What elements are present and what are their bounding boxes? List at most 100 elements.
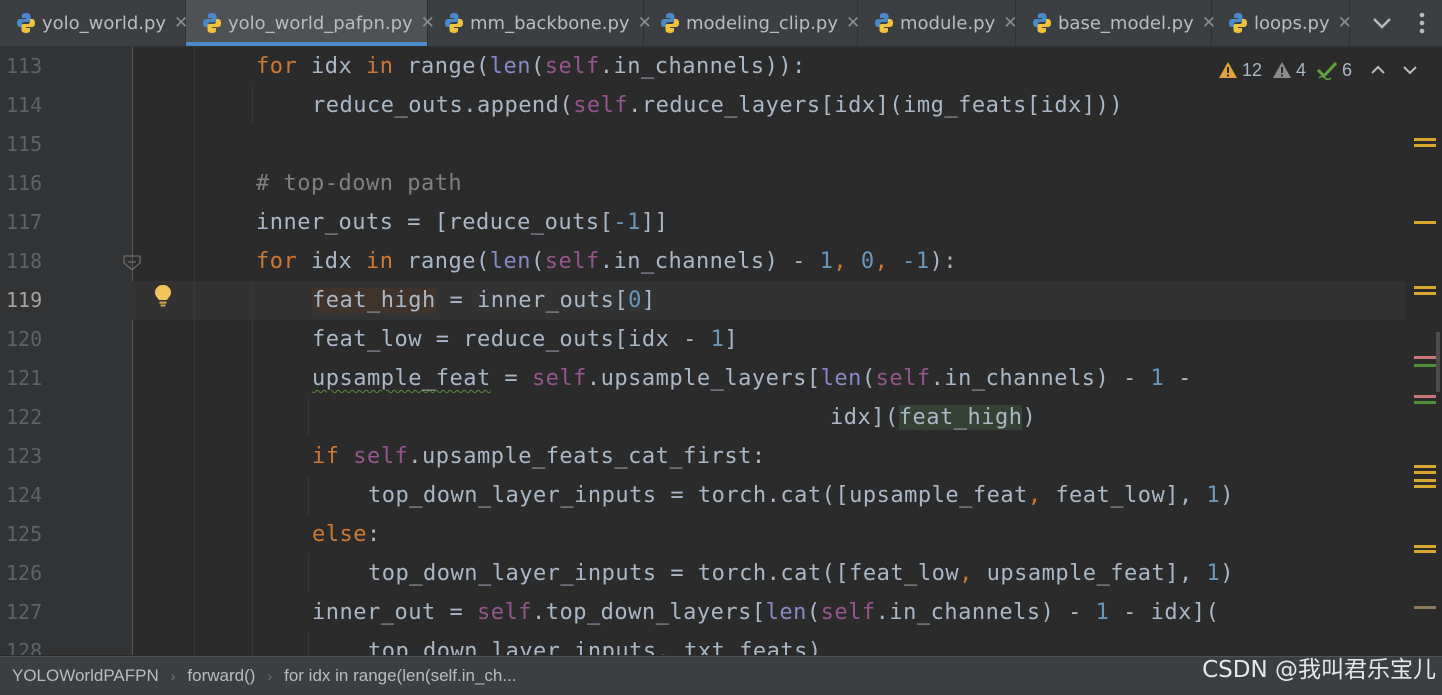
tab-yolo-world[interactable]: yolo_world.py ✕ <box>0 0 188 46</box>
code-line[interactable]: 115 <box>0 125 1406 164</box>
code-line[interactable]: 128 top_down_layer_inputs, txt_feats) <box>0 632 1406 655</box>
previous-highlight-icon[interactable] <box>1364 58 1392 82</box>
indent-guide <box>308 398 309 437</box>
chevron-down-icon[interactable] <box>1362 3 1402 43</box>
scrollbar-thumb[interactable] <box>1436 332 1440 392</box>
indent-guide <box>252 86 253 125</box>
weak-warning-icon <box>1272 62 1291 78</box>
change-marker[interactable] <box>1414 356 1436 359</box>
indent-guide <box>308 476 309 515</box>
warning-marker[interactable] <box>1414 138 1436 141</box>
code-line-current[interactable]: 119 feat_high = inner_outs[0] <box>0 281 1406 320</box>
close-tab-icon[interactable]: ✕ <box>1338 13 1352 33</box>
indent-guide <box>308 632 309 655</box>
code-text[interactable]: top_down_layer_inputs = torch.cat([feat_… <box>368 554 1234 593</box>
indent-guide <box>194 398 195 437</box>
code-line[interactable]: 117 inner_outs = [reduce_outs[-1]] <box>0 203 1406 242</box>
line-number: 125 <box>6 522 43 546</box>
inspection-widget[interactable]: 12 4 6 <box>1218 55 1424 85</box>
code-line[interactable]: 121 upsample_feat = self.upsample_layers… <box>0 359 1406 398</box>
indent-guide <box>252 632 253 655</box>
indent-guide <box>252 320 253 359</box>
warning-marker[interactable] <box>1414 465 1436 468</box>
code-line[interactable]: 118 for idx in range(len(self.in_channel… <box>0 242 1406 281</box>
code-text[interactable]: upsample_feat = self.upsample_layers[len… <box>312 359 1206 398</box>
warning-marker[interactable] <box>1414 144 1436 147</box>
indent-guide <box>252 359 253 398</box>
code-line[interactable]: 123 if self.upsample_feats_cat_first: <box>0 437 1406 476</box>
change-marker[interactable] <box>1414 395 1436 398</box>
code-text[interactable]: if self.upsample_feats_cat_first: <box>312 437 766 476</box>
indent-guide <box>252 515 253 554</box>
line-number: 123 <box>6 444 43 468</box>
code-text[interactable]: for idx in range(len(self.in_channels) -… <box>256 242 957 281</box>
python-file-icon <box>1033 13 1051 33</box>
typo-check-icon <box>1316 61 1338 80</box>
code-line[interactable]: 116 # top-down path <box>0 164 1406 203</box>
tab-module[interactable]: module.py ✕ <box>858 0 1018 46</box>
tab-label: loops.py <box>1254 12 1330 34</box>
code-line[interactable]: 124 top_down_layer_inputs = torch.cat([u… <box>0 476 1406 515</box>
python-file-icon <box>445 13 463 33</box>
line-number: 119 <box>0 281 132 320</box>
tab-mm-backbone[interactable]: mm_backbone.py ✕ <box>428 0 652 46</box>
code-text[interactable]: feat_high = inner_outs[0] <box>312 281 656 320</box>
editor-tab-bar: yolo_world.py ✕ yolo_world_pafpn.py ✕ mm… <box>0 0 1442 47</box>
python-file-icon <box>203 13 221 33</box>
code-text[interactable]: for idx in range(len(self.in_channels)): <box>256 47 806 86</box>
change-marker[interactable] <box>1414 401 1436 404</box>
warning-icon <box>1218 62 1237 78</box>
code-text[interactable]: feat_low = reduce_outs[idx - 1] <box>312 320 738 359</box>
code-line[interactable]: 113 for idx in range(len(self.in_channel… <box>0 47 1406 86</box>
code-text[interactable]: idx](feat_high) <box>830 398 1036 437</box>
warning-marker[interactable] <box>1414 471 1436 474</box>
indent-guide <box>308 554 309 593</box>
indent-guide <box>194 281 195 320</box>
warning-count: 12 <box>1241 59 1262 80</box>
code-line[interactable]: 126 top_down_layer_inputs = torch.cat([f… <box>0 554 1406 593</box>
indent-guide <box>194 437 195 476</box>
tab-label: modeling_clip.py <box>686 12 839 34</box>
typo-count: 6 <box>1341 59 1352 80</box>
code-text[interactable]: top_down_layer_inputs = torch.cat([upsam… <box>368 476 1234 515</box>
code-line[interactable]: 114 reduce_outs.append(self.reduce_layer… <box>0 86 1406 125</box>
chevron-right-icon: › <box>267 668 273 684</box>
tab-base-model[interactable]: base_model.py ✕ <box>1016 0 1216 46</box>
tab-actions <box>1362 0 1442 46</box>
vertical-dots-icon[interactable] <box>1402 3 1442 43</box>
tab-label: yolo_world.py <box>42 12 167 34</box>
code-text[interactable]: else: <box>312 515 381 554</box>
tab-modeling-clip[interactable]: modeling_clip.py ✕ <box>644 0 860 46</box>
warning-marker[interactable] <box>1414 221 1436 224</box>
code-text[interactable]: inner_outs = [reduce_outs[-1]] <box>256 203 668 242</box>
code-editor[interactable]: 113 for idx in range(len(self.in_channel… <box>0 47 1442 655</box>
lightbulb-icon[interactable] <box>152 283 174 309</box>
fold-icon[interactable] <box>122 253 142 273</box>
code-text[interactable]: top_down_layer_inputs, txt_feats) <box>368 632 822 655</box>
tab-label: base_model.py <box>1058 12 1194 34</box>
line-number: 116 <box>6 171 43 195</box>
change-marker[interactable] <box>1414 364 1436 367</box>
warning-marker[interactable] <box>1414 485 1436 488</box>
warning-marker[interactable] <box>1414 286 1436 289</box>
warning-marker[interactable] <box>1414 545 1436 548</box>
warning-marker[interactable] <box>1414 606 1436 609</box>
indent-guide <box>194 515 195 554</box>
code-line[interactable]: 122 idx](feat_high) <box>0 398 1406 437</box>
code-line[interactable]: 125 else: <box>0 515 1406 554</box>
code-line[interactable]: 120 feat_low = reduce_outs[idx - 1] <box>0 320 1406 359</box>
code-comment[interactable]: # top-down path <box>256 164 462 203</box>
code-text[interactable]: inner_out = self.top_down_layers[len(sel… <box>312 593 1219 632</box>
warning-marker[interactable] <box>1414 479 1436 482</box>
breadcrumb-class[interactable]: YOLOWorldPAFPN <box>12 666 159 686</box>
tab-yolo-world-pafpn[interactable]: yolo_world_pafpn.py ✕ <box>186 0 435 46</box>
warning-marker[interactable] <box>1414 550 1436 553</box>
code-line[interactable]: 127 inner_out = self.top_down_layers[len… <box>0 593 1406 632</box>
line-number: 114 <box>6 93 43 117</box>
breadcrumb-statement[interactable]: for idx in range(len(self.in_ch... <box>284 666 516 686</box>
warning-marker[interactable] <box>1414 292 1436 295</box>
tab-loops[interactable]: loops.py ✕ <box>1212 0 1352 46</box>
error-stripe[interactable] <box>1406 47 1442 655</box>
breadcrumb-method[interactable]: forward() <box>187 666 255 686</box>
code-text[interactable]: reduce_outs.append(self.reduce_layers[id… <box>312 86 1123 125</box>
